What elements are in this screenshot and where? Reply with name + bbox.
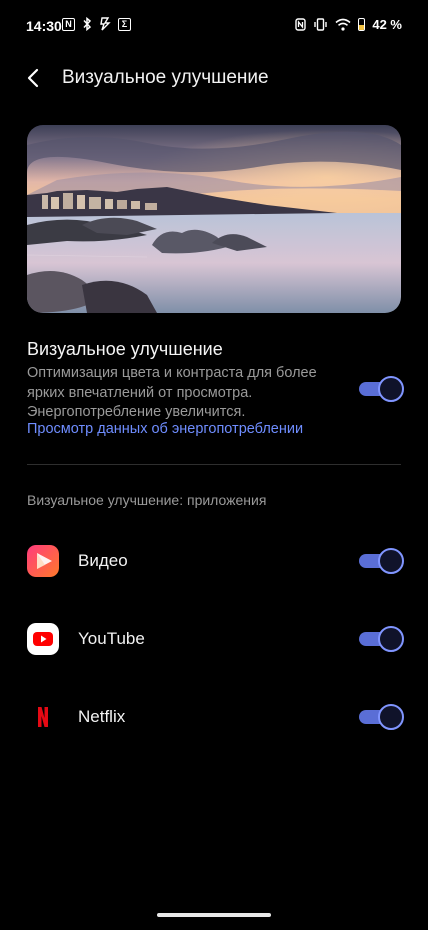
status-time: 14:30 bbox=[26, 18, 62, 34]
main-setting-description: Оптимизация цвета и контраста для более … bbox=[27, 365, 317, 420]
toggle-knob bbox=[378, 376, 404, 402]
bluetooth-icon bbox=[83, 17, 92, 31]
app-notification-icon bbox=[100, 17, 111, 31]
divider bbox=[27, 464, 401, 465]
toggle-knob bbox=[378, 626, 404, 652]
list-item-youtube[interactable]: YouTube bbox=[0, 615, 428, 663]
sigma-square-icon: Σ bbox=[118, 17, 131, 31]
wifi-icon bbox=[335, 18, 351, 31]
app-label: Видео bbox=[78, 551, 128, 570]
page-title: Визуальное улучшение bbox=[62, 67, 269, 88]
gesture-nav-handle[interactable] bbox=[157, 913, 271, 917]
back-arrow-icon[interactable] bbox=[22, 66, 46, 90]
battery-icon bbox=[358, 18, 366, 31]
app-bar: Визуальное улучшение bbox=[0, 60, 428, 100]
power-usage-link[interactable]: Просмотр данных об энергопотреблении bbox=[27, 421, 303, 437]
video-toggle[interactable] bbox=[359, 548, 404, 574]
nfc-icon bbox=[295, 18, 307, 31]
netflix-toggle[interactable] bbox=[359, 704, 404, 730]
toggle-knob bbox=[378, 704, 404, 730]
vibrate-icon bbox=[314, 18, 328, 31]
n-square-icon: N bbox=[62, 17, 75, 31]
list-item-video[interactable]: Видео bbox=[0, 537, 428, 585]
list-item-netflix[interactable]: Netflix bbox=[0, 693, 428, 741]
status-right-icons: 42 % bbox=[295, 17, 402, 32]
battery-level-fill bbox=[359, 25, 365, 30]
seascape-illustration bbox=[27, 125, 401, 313]
main-setting-title: Визуальное улучшение bbox=[27, 339, 223, 359]
app-label: YouTube bbox=[78, 629, 145, 648]
status-left-icons: N Σ bbox=[62, 17, 131, 31]
battery-percent: 42 % bbox=[372, 17, 402, 32]
video-app-icon bbox=[27, 545, 59, 577]
youtube-toggle[interactable] bbox=[359, 626, 404, 652]
apps-section-title: Визуальное улучшение: приложения bbox=[27, 492, 267, 508]
status-bar: 14:30 N Σ 42 % bbox=[0, 0, 428, 52]
app-label: Netflix bbox=[78, 707, 126, 726]
visual-enhancement-toggle[interactable] bbox=[359, 376, 404, 402]
netflix-icon bbox=[27, 701, 59, 733]
preview-image bbox=[27, 125, 401, 313]
youtube-icon bbox=[27, 623, 59, 655]
toggle-knob bbox=[378, 548, 404, 574]
